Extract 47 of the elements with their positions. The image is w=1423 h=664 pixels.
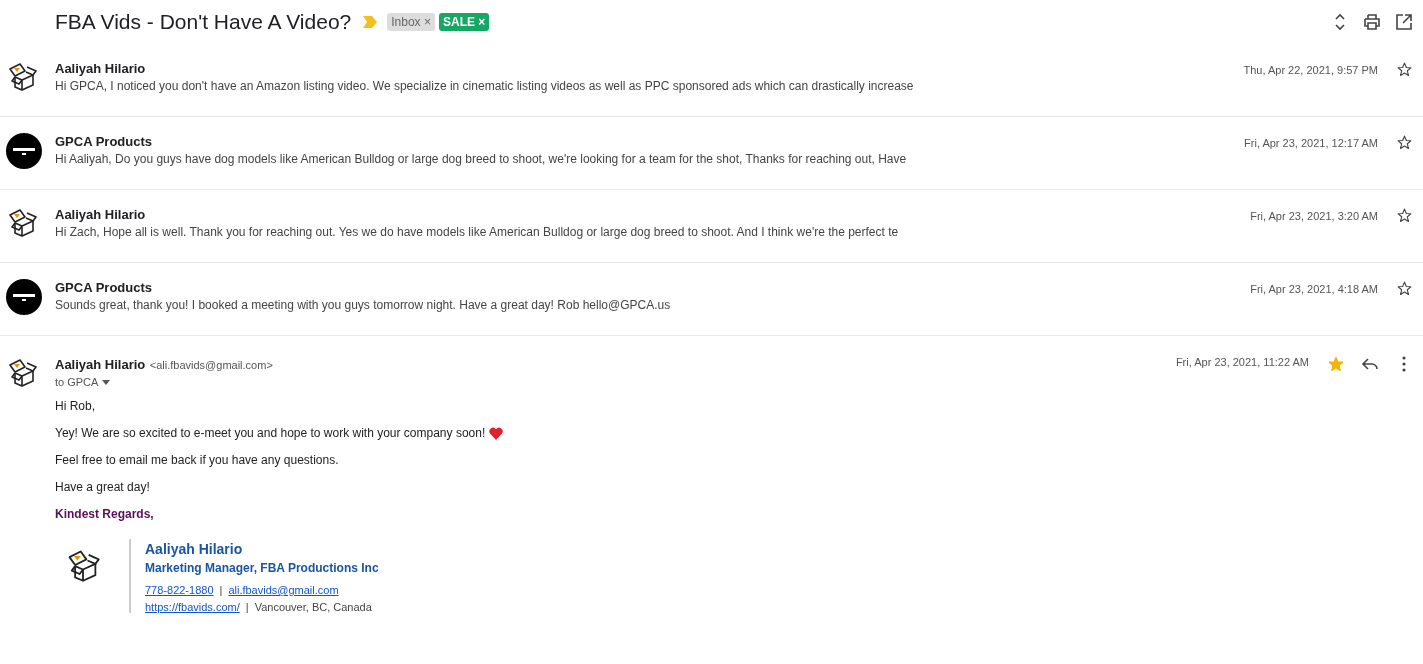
importance-marker-icon[interactable] xyxy=(363,16,378,28)
label-chip[interactable]: Inbox × xyxy=(387,13,435,31)
open-in-new-window-icon[interactable] xyxy=(1395,13,1413,31)
sender-name: Aaliyah Hilario xyxy=(55,61,146,76)
sender-name: Aaliyah Hilario xyxy=(55,357,146,372)
logo-avatar-icon xyxy=(6,133,42,169)
box-logo-icon xyxy=(6,206,38,238)
signature-link[interactable]: ali.fbavids@gmail.com xyxy=(228,584,339,596)
box-logo-icon xyxy=(6,356,38,388)
message-snippet: Sounds great, thank you! I booked a meeting with you guys tomorrow night. Have a great day! Rob hello@GPCA.us xyxy=(55,298,671,312)
signature-link[interactable]: https://fbavids.com/ xyxy=(145,601,240,613)
sign-off: Kindest Regards, xyxy=(55,507,154,521)
star-icon[interactable] xyxy=(1327,355,1345,373)
sender-name: GPCA Products xyxy=(55,280,153,295)
location-text: Vancouver, BC, Canada xyxy=(254,601,372,613)
signature-title: Marketing Manager, FBA Productions Inc xyxy=(145,561,379,575)
star-icon[interactable] xyxy=(1396,134,1413,151)
body-paragraph: Yey! We are so excited to e-meet you and hope to work with your company soon! xyxy=(55,426,486,440)
caret-icon[interactable] xyxy=(102,379,111,385)
thread-subject: FBA Vids - Don't Have A Video? xyxy=(55,10,352,34)
message-date: Fri, Apr 23, 2021, 4:18 AM xyxy=(1250,282,1378,297)
sender-name: Aaliyah Hilario xyxy=(55,207,146,222)
message-date: Fri, Apr 23, 2021, 11:22 AM xyxy=(1175,355,1309,368)
sender-name: GPCA Products xyxy=(55,134,153,149)
separator-text: | xyxy=(219,584,223,596)
box-logo-icon xyxy=(6,60,38,92)
star-icon[interactable] xyxy=(1396,207,1413,224)
message-snippet: Hi Aaliyah, Do you guys have dog models like American Bulldog or large dog breed to shoot, we're looking for a team for the shot, Thanks for reaching out, Have xyxy=(55,152,907,166)
body-paragraph: Feel free to email me back if you have any questions. xyxy=(55,453,339,467)
body-paragraph: Hi Rob, xyxy=(55,399,95,413)
signature-name: Aaliyah Hilario xyxy=(145,541,243,557)
logo-avatar-icon xyxy=(6,279,42,315)
signature-link[interactable]: 778-822-1880 xyxy=(145,584,214,596)
print-icon[interactable] xyxy=(1363,13,1381,31)
message-date: Fri, Apr 23, 2021, 3:20 AM xyxy=(1250,209,1378,224)
message-date: Fri, Apr 23, 2021, 12:17 AM xyxy=(1244,136,1378,151)
star-icon[interactable] xyxy=(1396,61,1413,78)
body-paragraph: Have a great day! xyxy=(55,480,150,494)
star-icon[interactable] xyxy=(1396,280,1413,297)
sender-email: <ali.fbavids@gmail.com> xyxy=(149,359,273,371)
message-snippet: Hi Zach, Hope all is well. Thank you for reaching out. Yes we do have models like American Bulldog or large dog breed to shoot. And I think we're the perfect te xyxy=(55,225,899,239)
separator-text: | xyxy=(245,601,249,613)
recipient-text: to GPCA xyxy=(55,376,99,388)
collapsed-message[interactable]: GPCA Products Sounds great, thank you! I booked a meeting with you guys tomorrow night. Have a great day! Rob hello@GPCA.us Fri, Apr 23, 2021, 4:18 AM xyxy=(0,263,1423,336)
message-date: Thu, Apr 22, 2021, 9:57 PM xyxy=(1243,63,1378,78)
message-snippet: Hi GPCA, I noticed you don't have an Amazon listing video. We specialize in cinematic listing videos as well as PPC sponsored ads which can drastically increase xyxy=(55,79,914,93)
heart-icon xyxy=(489,426,504,440)
